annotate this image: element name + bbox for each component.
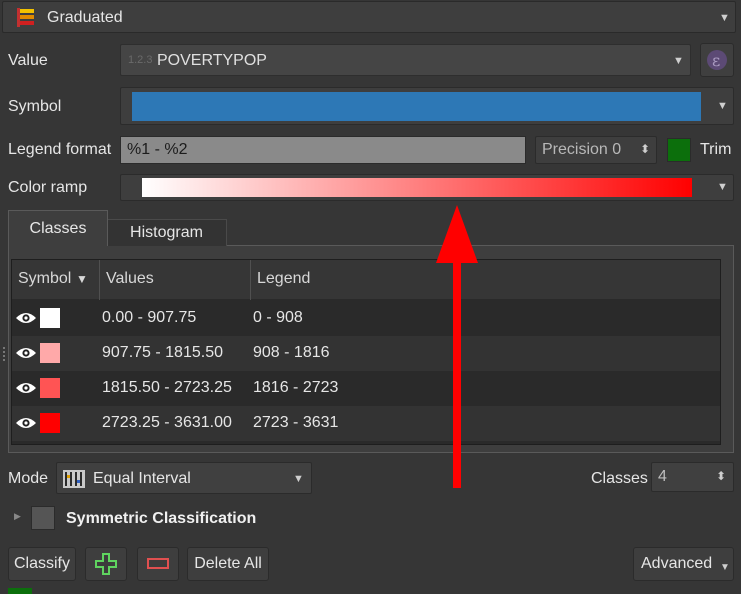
class-color-swatch[interactable] [40,413,60,433]
legend-format-label: Legend format [8,141,112,158]
value-label: Value [8,52,48,69]
color-ramp-button[interactable]: ▼ [120,174,734,201]
chevron-down-icon: ▼ [717,181,728,193]
add-class-button[interactable] [85,547,127,581]
precision-spinbox[interactable]: Precision 0 ⬍ [535,136,657,164]
class-legend: 2723 - 3631 [253,414,339,431]
mode-label: Mode [8,470,49,487]
class-legend: 0 - 908 [253,309,303,326]
symmetric-checkbox[interactable] [31,506,55,530]
eye-icon[interactable] [15,380,37,396]
color-ramp-label: Color ramp [8,179,88,196]
trim-checkbox[interactable] [667,138,691,162]
tab-classes[interactable]: Classes [8,210,108,246]
classes-table: Symbol ▼ Values Legend 0.00 - 907.75 0 -… [11,259,721,445]
table-header: Symbol ▼ Values Legend [12,260,720,300]
mode-dropdown[interactable]: Equal Interval ▼ [56,462,312,494]
class-color-swatch[interactable] [40,308,60,328]
spin-arrows-icon: ⬍ [640,142,651,156]
chevron-down-icon: ▼ [293,473,304,485]
expand-arrow-icon[interactable]: ▶ [14,511,21,522]
equal-interval-icon [63,470,85,488]
column-header-symbol[interactable]: Symbol [18,270,71,288]
value-field-combo[interactable]: 1.2.3 POVERTYPOP ▼ [120,44,691,76]
symbol-button[interactable]: ▼ [120,87,734,125]
minus-icon [147,558,169,569]
delete-all-label: Delete All [194,555,262,572]
tab-histogram[interactable]: Histogram [106,219,227,246]
table-row[interactable]: 1815.50 - 2723.25 1816 - 2723 [12,371,720,406]
spin-arrows-icon: ⬍ [716,469,727,483]
class-values: 1815.50 - 2723.25 [102,379,232,396]
eye-icon[interactable] [15,415,37,431]
class-legend: 908 - 1816 [253,344,330,361]
class-color-swatch[interactable] [40,343,60,363]
sort-down-icon: ▼ [76,272,88,286]
classify-button[interactable]: Classify [8,547,76,581]
column-header-legend[interactable]: Legend [257,270,310,288]
legend-format-input[interactable]: %1 - %2 [120,136,526,164]
svg-text:ε: ε [712,51,720,70]
annotation-arrow-icon [436,205,478,488]
chevron-down-icon: ▼ [673,55,684,67]
precision-text: Precision 0 [542,141,622,158]
column-header-values[interactable]: Values [106,270,154,288]
advanced-label: Advanced [641,555,713,572]
table-row[interactable]: 0.00 - 907.75 0 - 908 [12,301,720,336]
remove-class-button[interactable] [137,547,179,581]
advanced-button[interactable]: Advanced ▼ [633,547,734,581]
class-values: 2723.25 - 3631.00 [102,414,232,431]
chevron-down-icon: ▼ [719,12,730,24]
symmetric-classification-label[interactable]: Symmetric Classification [66,510,256,528]
tab-classes-label: Classes [29,220,87,237]
chevron-down-icon: ▼ [717,100,728,112]
tab-histogram-label: Histogram [130,224,203,241]
symbol-swatch [132,92,701,121]
value-field-text: POVERTYPOP [157,52,267,69]
eye-icon[interactable] [15,310,37,326]
renderer-label: Graduated [47,9,123,26]
plus-icon [95,553,117,575]
numeric-field-icon: 1.2.3 [128,54,153,66]
class-values: 907.75 - 1815.50 [102,344,223,361]
symbol-label: Symbol [8,98,62,115]
class-legend: 1816 - 2723 [253,379,339,396]
renderer-dropdown[interactable]: Graduated ▼ [2,1,736,33]
classes-label: Classes [591,470,648,487]
splitter-handle[interactable] [3,347,5,361]
table-row[interactable]: 907.75 - 1815.50 908 - 1816 [12,336,720,371]
epsilon-icon: ε [707,50,727,70]
class-color-swatch[interactable] [40,378,60,398]
chevron-down-icon: ▼ [720,562,730,573]
status-indicator [8,588,32,594]
mode-value: Equal Interval [93,470,191,487]
classes-spinbox[interactable]: 4 ⬍ [651,462,734,492]
color-ramp-preview [142,178,692,197]
graduated-renderer-icon [17,8,34,27]
table-row[interactable]: 2723.25 - 3631.00 2723 - 3631 [12,406,720,441]
delete-all-button[interactable]: Delete All [187,547,269,581]
classify-label: Classify [13,555,70,572]
classes-value: 4 [658,468,667,485]
expression-button[interactable]: ε [700,43,734,77]
class-values: 0.00 - 907.75 [102,309,197,326]
eye-icon[interactable] [15,345,37,361]
trim-label: Trim [700,141,732,158]
